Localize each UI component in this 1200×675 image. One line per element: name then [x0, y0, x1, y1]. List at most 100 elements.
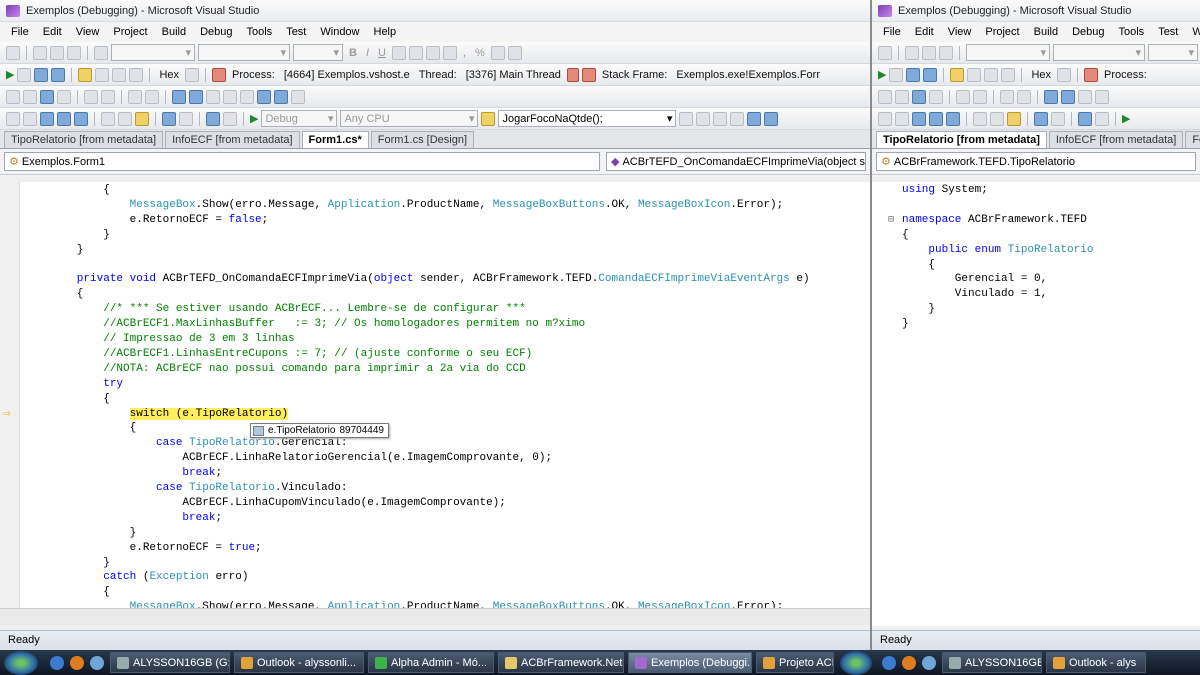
- flag-icon[interactable]: [566, 67, 579, 82]
- datatip-pin-icon[interactable]: [253, 425, 264, 436]
- toolbar-icon[interactable]: [6, 45, 20, 60]
- toolbar-icon[interactable]: [40, 89, 54, 104]
- find-combo[interactable]: JogarFocoNaQtde(); ▾: [498, 110, 677, 127]
- menu-window[interactable]: Window: [313, 24, 366, 40]
- filter-icon[interactable]: [581, 67, 596, 82]
- stack-frame-value[interactable]: Exemplos.exe!Exemplos.Forr: [673, 69, 823, 81]
- tab-tiporelatorio[interactable]: TipoRelatorio [from metadata]: [4, 131, 164, 148]
- font-combo[interactable]: ▾: [966, 44, 1050, 61]
- font-combo[interactable]: ▾: [111, 44, 195, 61]
- menu-test[interactable]: Test: [1151, 24, 1185, 40]
- break-all-icon[interactable]: [889, 67, 904, 82]
- paste-icon[interactable]: [135, 111, 149, 126]
- quicklaunch-icon[interactable]: [922, 655, 936, 670]
- tab-tiporelatorio[interactable]: TipoRelatorio [from metadata]: [876, 131, 1047, 148]
- restart-icon[interactable]: [51, 67, 66, 82]
- firefox-icon[interactable]: [70, 655, 84, 670]
- collapse-icon[interactable]: ⊟: [888, 214, 894, 226]
- toolbar-icon[interactable]: [1095, 89, 1109, 104]
- menu-view[interactable]: View: [69, 24, 107, 40]
- taskbar-item[interactable]: Outlook - alys: [1046, 652, 1146, 673]
- continue-icon[interactable]: ▶: [6, 68, 14, 81]
- menu-file[interactable]: File: [876, 24, 908, 40]
- taskbar-item[interactable]: Projeto ACI: [756, 652, 834, 673]
- start-debugging-icon[interactable]: ▶: [250, 112, 258, 125]
- start-button[interactable]: [4, 650, 38, 675]
- toolbar-icon[interactable]: [50, 45, 64, 60]
- toolbar-icon[interactable]: [905, 45, 919, 60]
- tab-form[interactable]: Fo: [1185, 131, 1200, 148]
- continue-icon[interactable]: ▶: [878, 68, 886, 81]
- class-combo[interactable]: ⚙ ACBrFramework.TEFD.TipoRelatorio: [876, 152, 1196, 171]
- open-file-icon[interactable]: [912, 111, 926, 126]
- show-next-statement-icon[interactable]: [78, 67, 93, 82]
- bold-icon[interactable]: B: [346, 47, 360, 59]
- menu-project[interactable]: Project: [106, 24, 154, 40]
- step-out-icon[interactable]: [1001, 67, 1016, 82]
- tab-form1-cs[interactable]: Form1.cs*: [301, 131, 369, 148]
- code-editor[interactable]: { MessageBox.Show(erro.Message, Applicat…: [0, 182, 870, 608]
- menu-project[interactable]: Project: [978, 24, 1026, 40]
- toolbar-icon[interactable]: [922, 45, 936, 60]
- toolbar-icon[interactable]: [128, 89, 142, 104]
- toolbar-icon[interactable]: [6, 111, 20, 126]
- step-over-icon[interactable]: [112, 67, 127, 82]
- toolbar-icon[interactable]: [1017, 89, 1031, 104]
- thread-value[interactable]: [3376] Main Thread: [463, 69, 564, 81]
- align-center-icon[interactable]: [408, 45, 423, 60]
- menu-debug[interactable]: Debug: [1065, 24, 1111, 40]
- show-next-statement-icon[interactable]: [950, 67, 965, 82]
- toolbar-icon[interactable]: [939, 45, 953, 60]
- menu-view[interactable]: View: [941, 24, 979, 40]
- hex-button[interactable]: Hex: [1028, 69, 1054, 81]
- navigate-icon[interactable]: [206, 111, 220, 126]
- horizontal-scrollbar[interactable]: [0, 608, 870, 625]
- comma-icon[interactable]: ,: [460, 47, 469, 59]
- toolbar-icon[interactable]: [172, 89, 186, 104]
- toolbar-icon[interactable]: [1061, 89, 1075, 104]
- code-editor[interactable]: using System; namespace ACBrFramework.TEF…: [872, 182, 1200, 626]
- menu-debug[interactable]: Debug: [193, 24, 239, 40]
- copy-icon[interactable]: [990, 111, 1004, 126]
- stop-icon[interactable]: [34, 67, 49, 82]
- toolbar-icon[interactable]: [929, 89, 943, 104]
- open-file-icon[interactable]: [40, 111, 54, 126]
- breakpoints-icon[interactable]: [212, 67, 227, 82]
- toolbar-icon[interactable]: [206, 89, 220, 104]
- taskbar-item[interactable]: Alpha Admin - Mó...: [368, 652, 494, 673]
- toolbar-icon[interactable]: [291, 89, 305, 104]
- step-into-icon[interactable]: [95, 67, 110, 82]
- quicklaunch-icon[interactable]: [90, 655, 104, 670]
- copy-icon[interactable]: [118, 111, 132, 126]
- toolbar-icon[interactable]: [6, 89, 20, 104]
- cut-icon[interactable]: [101, 111, 115, 126]
- percent-icon[interactable]: %: [472, 47, 488, 59]
- save-all-icon[interactable]: [74, 111, 88, 126]
- member-combo[interactable]: ◆ ACBrTEFD_OnComandaECFImprimeVia(object …: [606, 152, 866, 171]
- save-icon[interactable]: [57, 111, 71, 126]
- taskbar-item[interactable]: ALYSSON16GB: [942, 652, 1042, 673]
- breakpoints-icon[interactable]: [1084, 67, 1099, 82]
- redo-icon[interactable]: [1051, 111, 1065, 126]
- menu-tools[interactable]: Tools: [1112, 24, 1152, 40]
- stop-icon[interactable]: [906, 67, 921, 82]
- toolbar-icon[interactable]: [1057, 67, 1072, 82]
- toolbar-icon[interactable]: [878, 111, 892, 126]
- menu-build[interactable]: Build: [155, 24, 193, 40]
- italic-icon[interactable]: I: [363, 47, 372, 59]
- toolbar-icon[interactable]: [1078, 89, 1092, 104]
- tab-infoecf[interactable]: InfoECF [from metadata]: [1048, 131, 1184, 148]
- toolbar-icon[interactable]: [878, 89, 892, 104]
- save-icon[interactable]: [929, 111, 943, 126]
- toolbar-icon[interactable]: [1044, 89, 1058, 104]
- editor-margin[interactable]: [0, 182, 20, 608]
- style-combo[interactable]: ▾: [293, 44, 343, 61]
- menu-edit[interactable]: Edit: [36, 24, 69, 40]
- size-combo[interactable]: ▾: [1053, 44, 1145, 61]
- align-right-icon[interactable]: [425, 45, 440, 60]
- navigate-forward-icon[interactable]: [1095, 111, 1109, 126]
- tab-infoecf[interactable]: InfoECF [from metadata]: [165, 131, 300, 148]
- tab-form1-design[interactable]: Form1.cs [Design]: [370, 131, 474, 148]
- cut-icon[interactable]: [973, 111, 987, 126]
- toolbar-icon[interactable]: [185, 67, 200, 82]
